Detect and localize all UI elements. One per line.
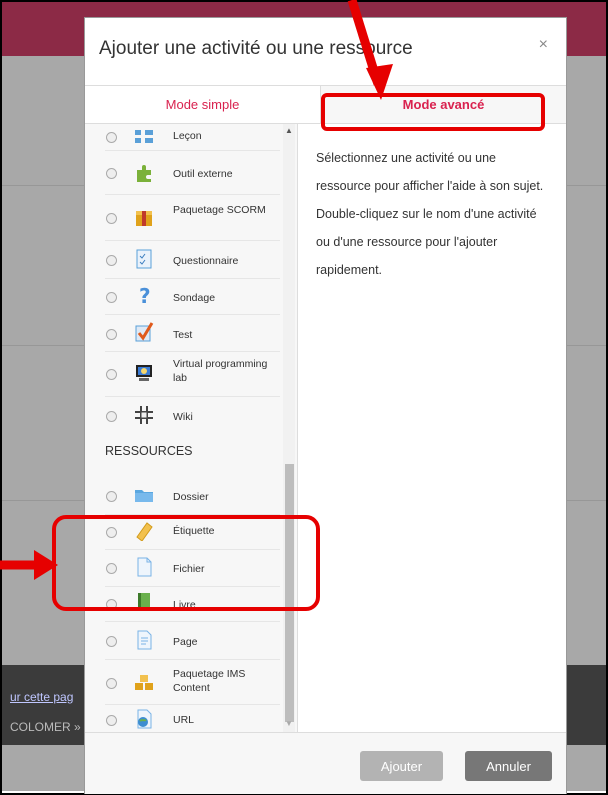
row-divider bbox=[105, 659, 280, 660]
row-divider bbox=[105, 150, 280, 151]
list-item-scorm[interactable]: Paquetage SCORM bbox=[85, 200, 283, 236]
list-item-lecon[interactable]: Leçon bbox=[85, 124, 283, 148]
list-item-label: Questionnaire bbox=[173, 255, 239, 267]
add-activity-dialog: Ajouter une activité ou une ressource × … bbox=[84, 17, 567, 794]
radio-button[interactable] bbox=[106, 411, 117, 422]
row-divider bbox=[105, 396, 280, 397]
page-icon bbox=[137, 630, 152, 650]
url-globe-icon bbox=[137, 709, 152, 729]
tab-mode-simple[interactable]: Mode simple bbox=[85, 86, 321, 124]
questionnaire-icon bbox=[136, 249, 152, 269]
module-list: Leçon Outil externe Paquetage SCORM Ques… bbox=[85, 124, 298, 732]
annotation-highlight-advanced-tab bbox=[321, 93, 545, 131]
row-divider bbox=[105, 278, 280, 279]
row-divider bbox=[105, 240, 280, 241]
list-item-test[interactable]: Test bbox=[85, 318, 283, 348]
row-divider bbox=[105, 194, 280, 195]
dialog-title: Ajouter une activité ou une ressource bbox=[99, 38, 413, 59]
radio-button[interactable] bbox=[106, 329, 117, 340]
list-item-url[interactable]: URL bbox=[85, 707, 283, 731]
list-item-label: Dossier bbox=[173, 491, 209, 503]
list-item-questionnaire[interactable]: Questionnaire bbox=[85, 244, 283, 274]
row-divider bbox=[105, 351, 280, 352]
radio-button[interactable] bbox=[106, 292, 117, 303]
scroll-up-arrow-icon[interactable]: ▲ bbox=[285, 126, 293, 135]
list-item-dossier[interactable]: Dossier bbox=[85, 480, 283, 510]
package-icon bbox=[136, 211, 152, 226]
radio-button[interactable] bbox=[106, 678, 117, 689]
question-mark-icon: ? bbox=[139, 284, 151, 306]
annotation-highlight-fichier bbox=[52, 515, 320, 611]
list-item-label: Sondage bbox=[173, 292, 216, 304]
cancel-button[interactable]: Annuler bbox=[465, 751, 552, 781]
background-breadcrumb: COLOMER » ( bbox=[10, 720, 89, 734]
radio-button[interactable] bbox=[106, 132, 117, 143]
list-item-label: Test bbox=[173, 329, 193, 341]
checkmark-icon bbox=[135, 322, 154, 342]
close-icon[interactable]: × bbox=[539, 36, 548, 54]
radio-button[interactable] bbox=[106, 715, 117, 726]
list-item-page[interactable]: Page bbox=[85, 626, 283, 656]
puzzle-icon bbox=[137, 165, 151, 182]
list-item-label: URL bbox=[173, 714, 195, 726]
list-item-vpl[interactable]: Virtual programming lab bbox=[85, 354, 283, 392]
ims-package-icon bbox=[135, 675, 153, 690]
list-item-label: Paquetage SCORM bbox=[173, 204, 266, 216]
list-item-outil-externe[interactable]: Outil externe bbox=[85, 158, 283, 188]
list-item-label: Paquetage IMS Content bbox=[173, 668, 246, 694]
vpl-icon bbox=[136, 365, 152, 381]
row-divider bbox=[105, 621, 280, 622]
list-item-label: Page bbox=[173, 636, 198, 648]
radio-button[interactable] bbox=[106, 369, 117, 380]
list-item-ims-content[interactable]: Paquetage IMS Content bbox=[85, 664, 283, 700]
scroll-down-arrow-icon[interactable]: ▼ bbox=[285, 719, 293, 728]
list-item-label: Leçon bbox=[173, 130, 202, 142]
list-item-sondage[interactable]: ? Sondage bbox=[85, 281, 283, 311]
add-button[interactable]: Ajouter bbox=[360, 751, 443, 781]
row-divider bbox=[105, 314, 280, 315]
radio-button[interactable] bbox=[106, 168, 117, 179]
radio-button[interactable] bbox=[106, 636, 117, 647]
list-item-label: Outil externe bbox=[173, 168, 233, 180]
help-text: Sélectionnez une activité ou une ressour… bbox=[316, 151, 544, 277]
radio-button[interactable] bbox=[106, 213, 117, 224]
row-divider bbox=[105, 704, 280, 705]
section-heading-ressources: RESSOURCES bbox=[105, 444, 193, 458]
background-link[interactable]: ur cette pag bbox=[10, 690, 73, 704]
radio-button[interactable] bbox=[106, 255, 117, 266]
radio-button[interactable] bbox=[106, 491, 117, 502]
list-item-wiki[interactable]: Wiki bbox=[85, 400, 283, 432]
svg-text:?: ? bbox=[139, 284, 151, 306]
wiki-icon bbox=[135, 406, 153, 424]
folder-icon bbox=[135, 490, 153, 502]
lesson-icon bbox=[135, 130, 153, 143]
list-item-label: Wiki bbox=[173, 411, 193, 423]
list-item-label: Virtual programming lab bbox=[173, 358, 268, 384]
